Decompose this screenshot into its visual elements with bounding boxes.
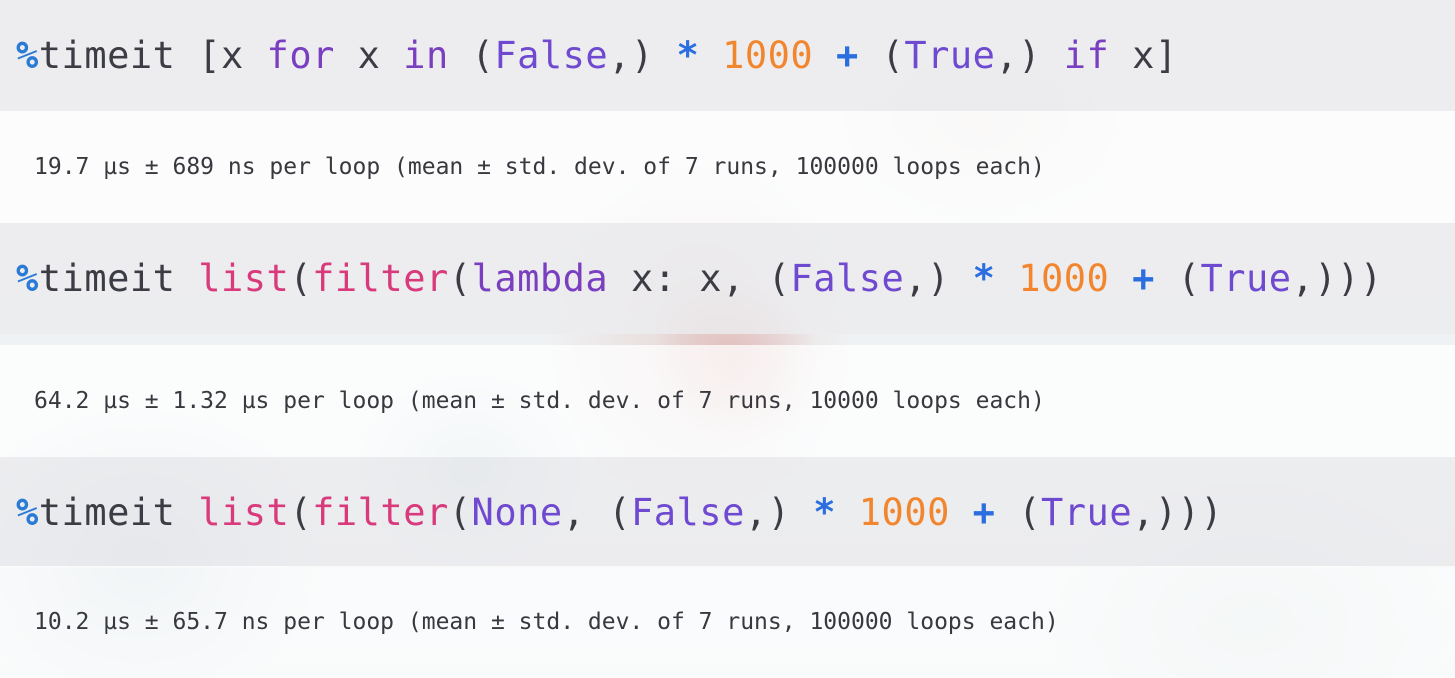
- code-token-plain: (: [995, 491, 1041, 534]
- code-token-plain: timeit [x: [38, 34, 267, 77]
- code-token-num: 1000: [858, 491, 950, 534]
- code-token-plain: (: [289, 491, 313, 534]
- code-token-const: True: [1200, 257, 1292, 300]
- code-token-magic: %: [16, 257, 39, 300]
- code-cell-2-output: 64.2 µs ± 1.32 µs per loop (mean ± std. …: [0, 345, 1455, 457]
- timeit-result-1: 19.7 µs ± 689 ns per loop (mean ± std. d…: [34, 154, 1045, 180]
- code-token-const: None: [471, 491, 563, 534]
- code-token-op: *: [813, 491, 836, 534]
- code-token-plain: (: [1154, 257, 1201, 300]
- code-token-fn: filter: [312, 491, 449, 534]
- code-token-plain: x: [334, 34, 404, 77]
- code-cell-3-output: 10.2 µs ± 65.7 ns per loop (mean ± std. …: [0, 566, 1455, 678]
- code-token-plain: (: [448, 257, 472, 300]
- timeit-result-3: 10.2 µs ± 65.7 ns per loop (mean ± std. …: [34, 609, 1059, 635]
- code-token-plain: ,))): [1291, 257, 1383, 300]
- code-token-const: False: [630, 491, 745, 534]
- code-token-plain: (: [448, 491, 472, 534]
- timeit-result-2: 64.2 µs ± 1.32 µs per loop (mean ± std. …: [34, 388, 1045, 414]
- code-token-plain: ,): [995, 34, 1064, 77]
- code-token-plain: ,): [744, 491, 814, 534]
- code-cell-2-input[interactable]: % timeit list(filter(lambda x: x, (False,…: [0, 223, 1455, 334]
- code-cell-1-input[interactable]: % timeit [x for x in (False,) * 1000 + (T…: [0, 0, 1455, 111]
- code-token-magic: %: [16, 34, 39, 77]
- code-token-op: *: [676, 34, 700, 77]
- code-cell-1-output: 19.7 µs ± 689 ns per loop (mean ± std. d…: [0, 111, 1455, 223]
- code-token-kw: for: [266, 34, 335, 77]
- code-token-fn: list: [198, 257, 290, 300]
- code-token-op: +: [1132, 257, 1155, 300]
- code-token-op: +: [836, 34, 859, 77]
- code-token-plain: (: [858, 34, 905, 77]
- code-token-const: True: [1041, 491, 1133, 534]
- code-token-num: 1000: [722, 34, 814, 77]
- code-token-plain: x: x, (: [608, 257, 791, 300]
- code-token-plain: ,): [608, 34, 677, 77]
- code-token-op: +: [972, 491, 996, 534]
- code-token-plain: timeit: [38, 491, 199, 534]
- code-token-kw: in: [403, 34, 449, 77]
- code-token-plain: timeit: [38, 257, 199, 300]
- code-cell-3-input[interactable]: % timeit list(filter(None, (False,) * 100…: [0, 457, 1455, 568]
- code-token-const: False: [494, 34, 609, 77]
- code-token-plain: (: [448, 34, 495, 77]
- code-token-kw: if: [1063, 34, 1110, 77]
- code-token-plain: , (: [562, 491, 631, 534]
- code-token-plain: x]: [1109, 34, 1178, 77]
- code-token-plain: (: [289, 257, 313, 300]
- code-token-num: 1000: [1018, 257, 1110, 300]
- code-token-plain: ,))): [1132, 491, 1224, 534]
- code-token-op: *: [972, 257, 996, 300]
- code-token-plain: ,): [904, 257, 973, 300]
- code-token-fn: list: [198, 491, 290, 534]
- code-token-const: True: [904, 34, 996, 77]
- code-token-magic: %: [16, 491, 39, 534]
- code-token-fn: filter: [312, 257, 449, 300]
- code-token-const: False: [790, 257, 905, 300]
- code-token-kw: lambda: [471, 257, 609, 300]
